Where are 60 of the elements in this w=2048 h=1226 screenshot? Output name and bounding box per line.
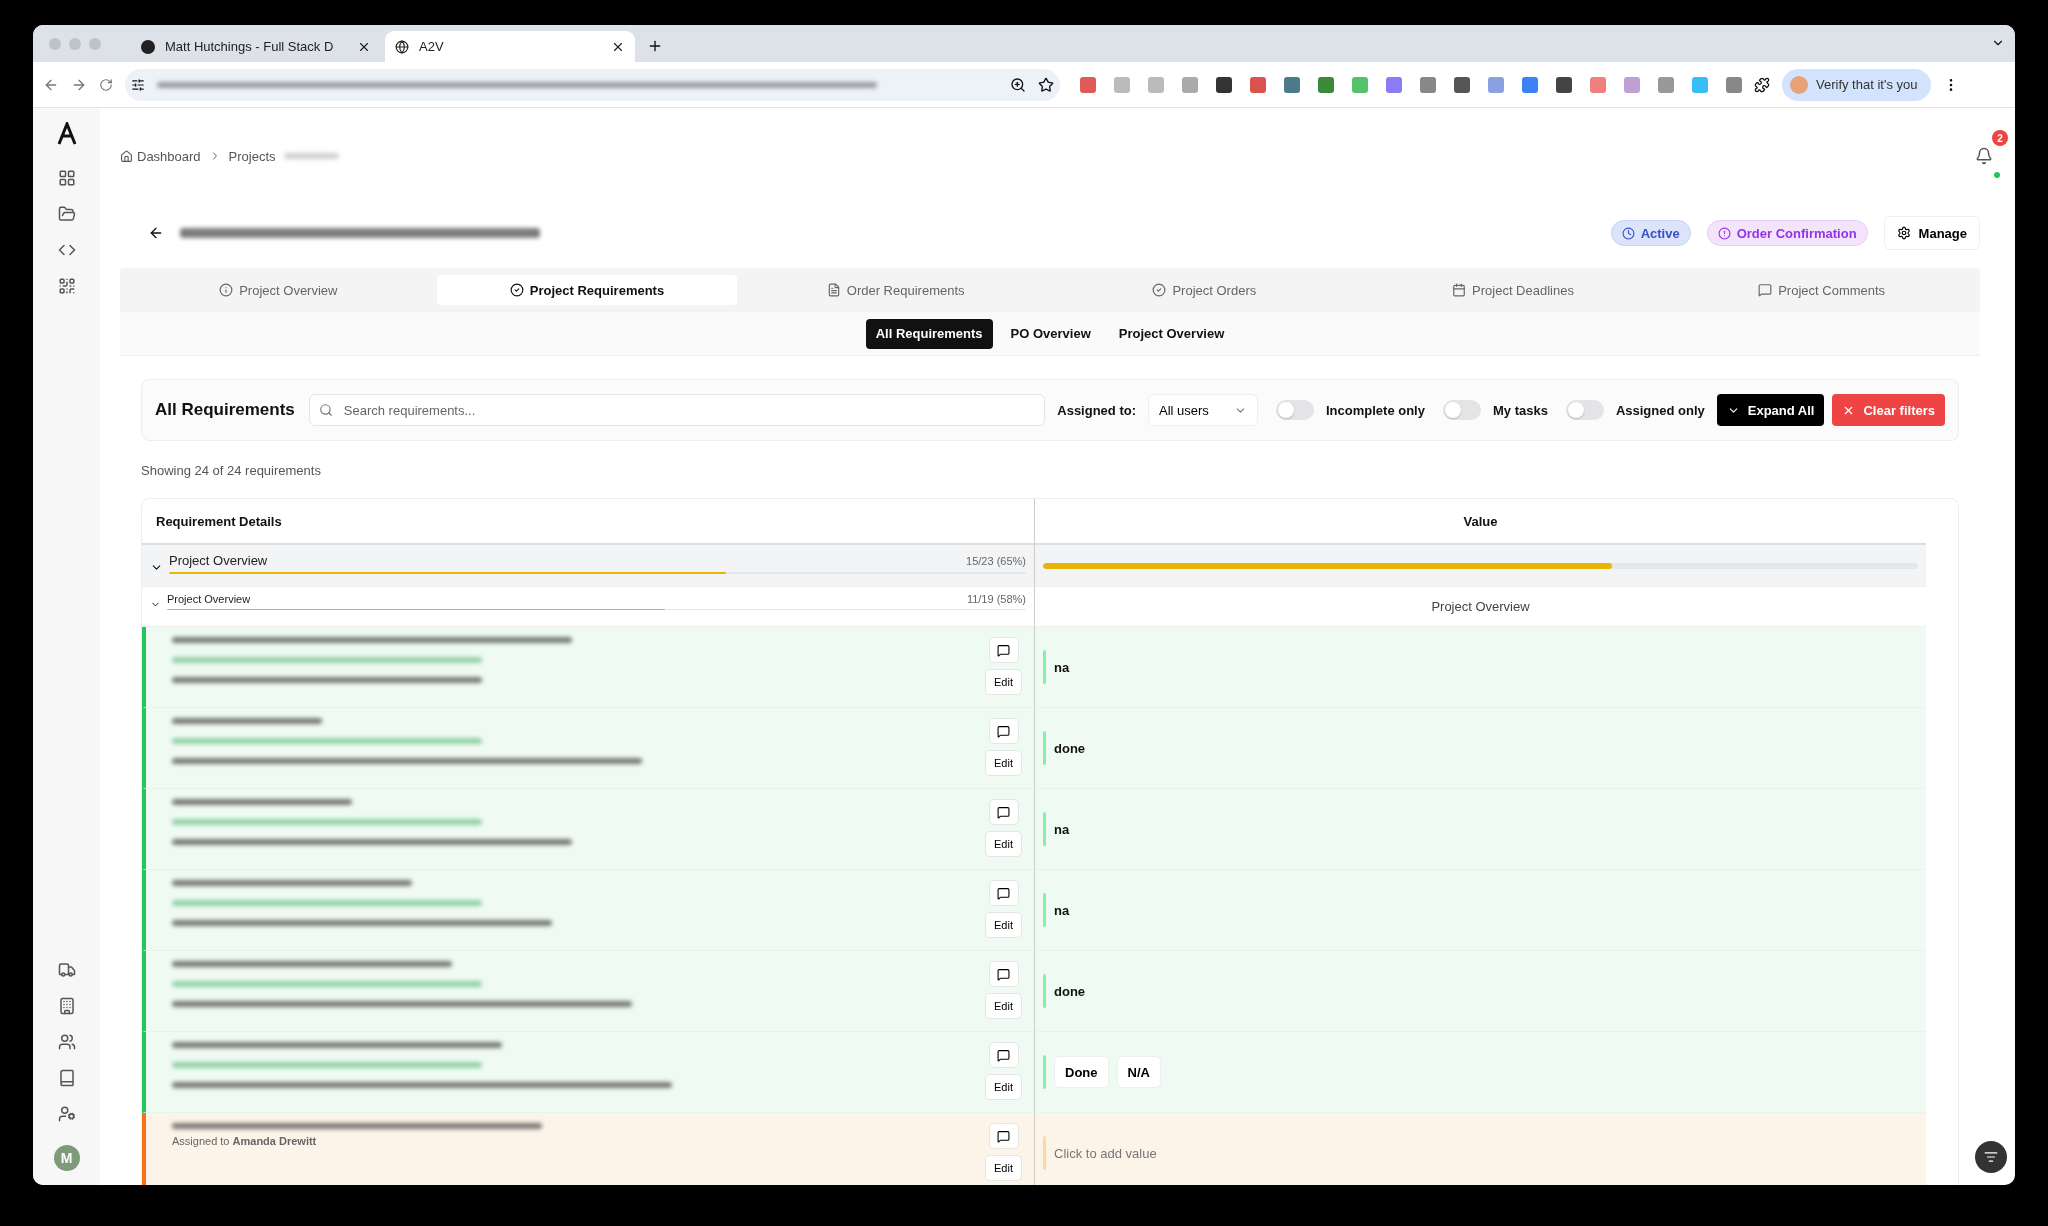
subgroup-progress-count: 11/19 (58%) xyxy=(966,593,1026,605)
assignee-text: Assigned to Amanda Drewitt xyxy=(172,1135,318,1147)
breadcrumb-link[interactable]: Projects xyxy=(228,148,276,164)
value-cell[interactable]: done xyxy=(1035,708,1926,789)
section-title: All Requirements xyxy=(155,400,295,420)
value-cell[interactable]: Click to add value xyxy=(1035,1113,1926,1185)
value-text: done xyxy=(1054,740,1086,756)
edit-button[interactable]: Edit xyxy=(985,750,1022,776)
group-progress-count: 15/23 (65%) xyxy=(966,554,1026,567)
group-row[interactable]: Project Overview 15/23 (65%) xyxy=(142,545,1035,587)
value-cell[interactable]: na xyxy=(1035,789,1926,870)
tab[interactable]: Order Requirements xyxy=(745,275,1046,305)
notification-count: 2 xyxy=(1992,130,2008,146)
value-text: done xyxy=(1054,983,1086,999)
tab[interactable]: Project Requirements xyxy=(436,275,738,305)
tab[interactable]: Project Deadlines xyxy=(1362,275,1664,305)
edit-button[interactable]: Edit xyxy=(985,912,1022,938)
browser-tab[interactable]: Matt Hutchings - Full Stack D xyxy=(131,31,381,62)
tab[interactable]: Project Overview xyxy=(128,275,429,305)
assigned-label: Assigned to: xyxy=(1057,402,1136,418)
subgroup-row[interactable]: Project Overview 11/19 (58%) xyxy=(142,587,1035,627)
group-title: Project Overview xyxy=(169,553,268,568)
results-summary: Showing 24 of 24 requirements xyxy=(141,463,322,478)
value-text: na xyxy=(1054,902,1070,918)
toggle-label: My tasks xyxy=(1492,402,1548,418)
value-text: na xyxy=(1054,821,1070,837)
toggle-label: Incomplete only xyxy=(1326,402,1425,418)
tab-title: Matt Hutchings - Full Stack D xyxy=(165,39,335,54)
status-badge: Order Confirmation xyxy=(1706,220,1868,246)
value-cell[interactable]: na xyxy=(1035,627,1926,708)
edit-button[interactable]: Edit xyxy=(985,1074,1022,1100)
choice-button[interactable]: N/A xyxy=(1116,1056,1161,1088)
expand-all-button[interactable]: Expand All xyxy=(1716,394,1825,426)
browser-tab[interactable]: A2V xyxy=(385,31,635,62)
value-text: na xyxy=(1054,659,1070,675)
assignee-select[interactable]: All users xyxy=(1148,394,1258,426)
subgroup-title: Project Overview xyxy=(167,593,251,605)
tab[interactable]: Project Orders xyxy=(1054,275,1355,305)
subgroup-value-label: Project Overview xyxy=(1430,599,1531,614)
search-field[interactable]: Search requirements... xyxy=(308,394,1046,426)
value-cell[interactable]: done xyxy=(1035,951,1926,1032)
clear-filters-button[interactable]: Clear filters xyxy=(1832,394,1945,426)
value-cell[interactable]: na xyxy=(1035,870,1926,951)
edit-button[interactable]: Edit xyxy=(985,1155,1022,1181)
choice-button[interactable]: Done xyxy=(1054,1056,1109,1088)
edit-button[interactable]: Edit xyxy=(985,993,1022,1019)
breadcrumb-link[interactable]: Dashboard xyxy=(137,148,201,164)
subtab[interactable]: PO Overview xyxy=(1000,318,1101,349)
subtab[interactable]: All Requirements xyxy=(865,318,993,349)
manage-button[interactable]: Manage xyxy=(1883,216,1980,250)
value-placeholder: Click to add value xyxy=(1054,1145,1157,1161)
profile-button[interactable]: Verify that it's you xyxy=(1782,68,1932,101)
edit-button[interactable]: Edit xyxy=(985,831,1022,857)
subtab[interactable]: Project Overview xyxy=(1108,318,1235,349)
toggle-label: Assigned only xyxy=(1615,402,1705,418)
tab[interactable]: Project Comments xyxy=(1671,275,1972,305)
edit-button[interactable]: Edit xyxy=(985,669,1022,695)
status-badge: Active xyxy=(1610,220,1691,246)
value-cell[interactable]: Done N/A xyxy=(1035,1032,1926,1113)
tab-title: A2V xyxy=(419,39,445,54)
